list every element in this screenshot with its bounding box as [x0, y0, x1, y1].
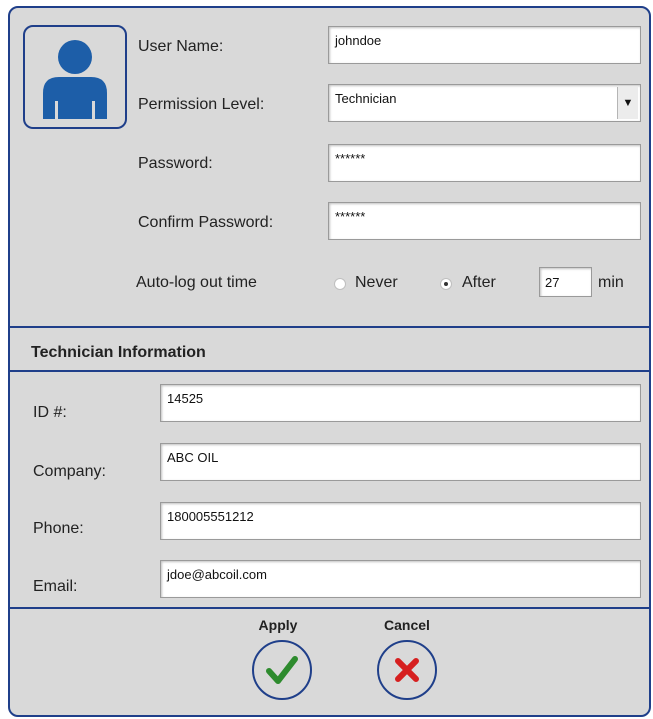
username-field[interactable]: johndoe: [328, 26, 641, 64]
cancel-label: Cancel: [384, 617, 430, 633]
phone-field[interactable]: 180005551212: [160, 502, 641, 540]
company-field[interactable]: ABC OIL: [160, 443, 641, 481]
confirm-password-label: Confirm Password:: [138, 214, 274, 231]
password-field[interactable]: ******: [328, 144, 641, 182]
id-label: ID #:: [33, 404, 67, 421]
x-icon: [395, 658, 419, 682]
email-label: Email:: [33, 578, 78, 595]
permission-select[interactable]: Technician ▼: [328, 84, 641, 122]
apply-button[interactable]: [252, 640, 312, 700]
email-field[interactable]: jdoe@abcoil.com: [160, 560, 641, 598]
cancel-button[interactable]: [377, 640, 437, 700]
section-title: Technician Information: [31, 344, 206, 361]
minutes-field[interactable]: 27: [539, 267, 592, 297]
minutes-unit-label: min: [598, 274, 624, 291]
id-field[interactable]: 14525: [160, 384, 641, 422]
after-label[interactable]: After: [462, 274, 496, 292]
confirm-password-field[interactable]: ******: [328, 202, 641, 240]
phone-label: Phone:: [33, 520, 84, 537]
permission-selected-value: Technician: [335, 91, 397, 106]
password-label: Password:: [138, 155, 213, 172]
dropdown-button[interactable]: ▼: [617, 87, 638, 119]
username-label: User Name:: [138, 38, 224, 55]
never-label[interactable]: Never: [355, 274, 398, 292]
caret-down-icon: ▼: [622, 97, 634, 109]
after-radio[interactable]: [440, 278, 452, 290]
apply-label: Apply: [258, 617, 298, 633]
section-divider-top: [10, 326, 649, 328]
avatar: [23, 25, 127, 129]
section-divider-bottom: [10, 607, 649, 609]
never-radio[interactable]: [334, 278, 346, 290]
section-divider-header: [10, 370, 649, 372]
checkmark-icon: [266, 656, 298, 684]
company-label: Company:: [33, 463, 106, 480]
permission-label: Permission Level:: [138, 96, 265, 113]
user-icon: [43, 40, 107, 119]
user-settings-panel: User Name: johndoe Permission Level: Tec…: [8, 6, 651, 717]
autologout-label: Auto-log out time: [136, 274, 257, 291]
